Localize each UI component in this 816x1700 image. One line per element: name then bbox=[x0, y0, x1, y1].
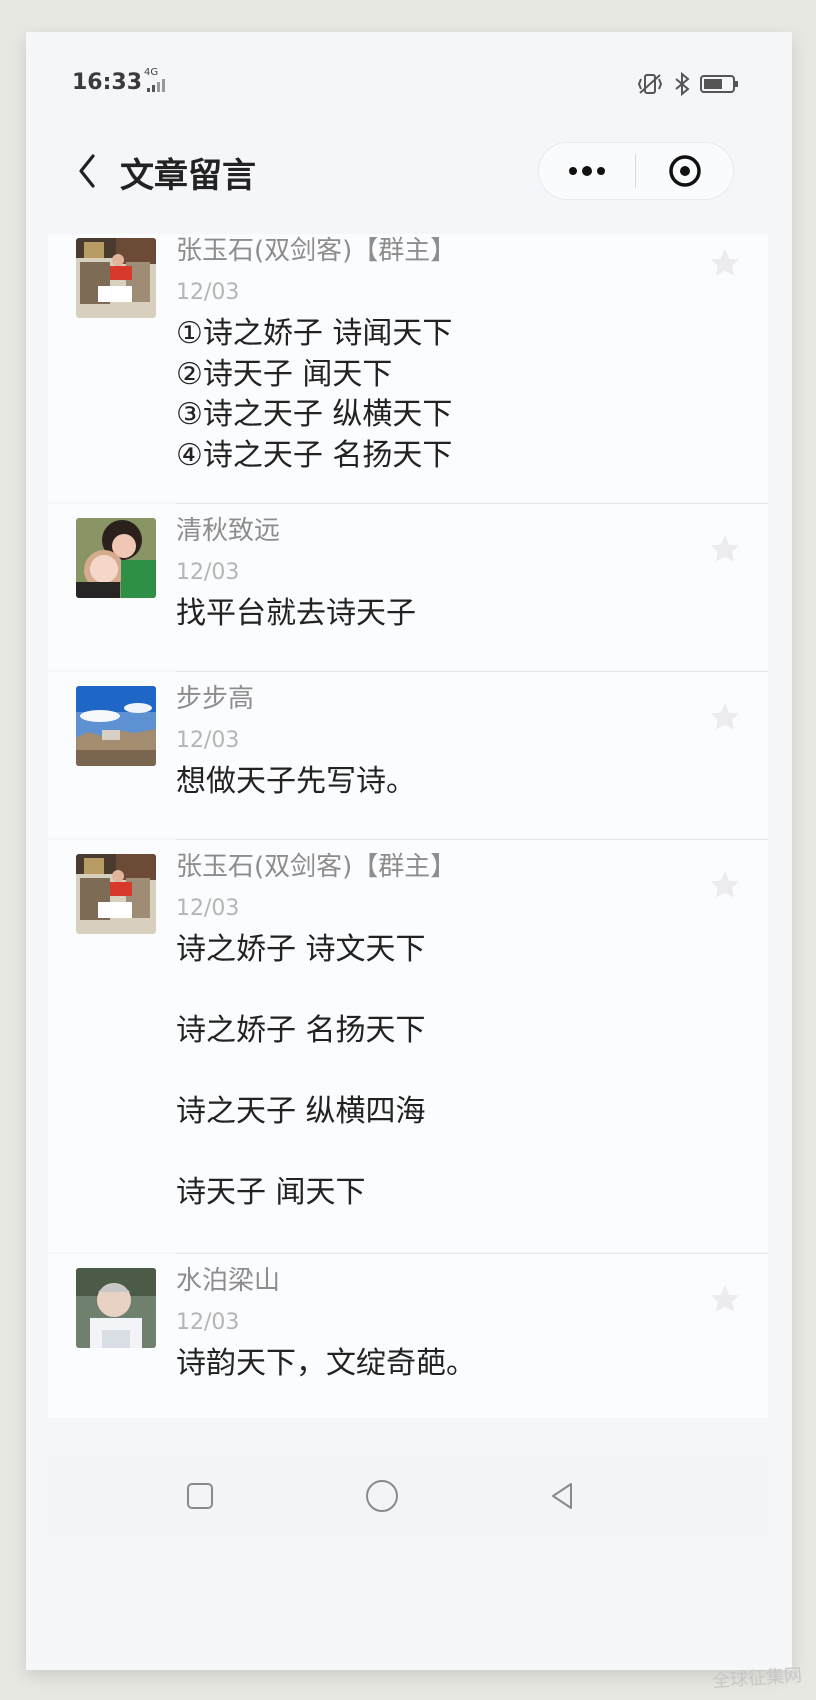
avatar-image bbox=[76, 1268, 156, 1348]
circle-icon bbox=[366, 1480, 398, 1512]
status-bar: 16:33 4G bbox=[48, 52, 768, 122]
site-watermark: 全球征集网 bbox=[711, 1664, 803, 1693]
status-time: 16:33 bbox=[72, 70, 143, 95]
comment-text: 诗之娇子 诗文天下 诗之娇子 名扬天下 诗之天子 纵横四海 诗天子 闻天下 bbox=[176, 932, 426, 1210]
avatar-image bbox=[76, 238, 156, 318]
close-button[interactable] bbox=[636, 142, 734, 200]
mini-program-capsule bbox=[538, 142, 734, 200]
status-icons bbox=[636, 72, 740, 96]
triangle-left-icon bbox=[552, 1483, 572, 1509]
like-star-icon[interactable] bbox=[708, 246, 742, 280]
avatar-image bbox=[76, 518, 156, 598]
like-star-icon[interactable] bbox=[708, 868, 742, 902]
more-button[interactable] bbox=[538, 142, 635, 200]
avatar[interactable] bbox=[76, 238, 156, 318]
page-header: 文章留言 bbox=[48, 122, 768, 226]
comment-author: 张玉石(双剑客)【群主】 bbox=[176, 852, 457, 882]
like-star-icon[interactable] bbox=[708, 700, 742, 734]
chevron-left-icon bbox=[79, 154, 95, 188]
avatar-image bbox=[76, 854, 156, 934]
comment-date: 12/03 bbox=[176, 560, 240, 585]
comment-background bbox=[48, 504, 768, 670]
target-close-icon bbox=[669, 155, 701, 187]
battery-icon bbox=[700, 75, 738, 93]
comment-date: 12/03 bbox=[176, 728, 240, 753]
recent-apps-button[interactable] bbox=[176, 1472, 224, 1520]
avatar-image bbox=[76, 686, 156, 766]
comment-author: 清秋致远 bbox=[176, 516, 281, 546]
comment-list: 张玉石(双剑客)【群主】 12/03 ①诗之娇子 诗闻天下 ②诗天子 闻天下 ③… bbox=[48, 234, 768, 1434]
signal-icon bbox=[147, 79, 165, 92]
comment-item: 张玉石(双剑客)【群主】 12/03 诗之娇子 诗文天下 诗之娇子 名扬天下 诗… bbox=[48, 840, 768, 1252]
avatar[interactable] bbox=[76, 854, 156, 934]
back-button[interactable] bbox=[72, 150, 102, 192]
comment-item: 步步高 12/03 想做天子先写诗。 bbox=[48, 672, 768, 838]
comment-date: 12/03 bbox=[176, 280, 240, 305]
comment-text: 诗韵天下，文绽奇葩。 bbox=[176, 1346, 476, 1381]
android-navigation-bar bbox=[48, 1456, 768, 1536]
avatar[interactable] bbox=[76, 1268, 156, 1348]
comment-date: 12/03 bbox=[176, 896, 240, 921]
bluetooth-icon bbox=[675, 72, 690, 96]
phone-screen: 16:33 4G 文章留言 张玉石(双剑客)【群主】 12/03 ①诗之娇子 诗… bbox=[48, 52, 768, 1600]
square-icon bbox=[187, 1483, 213, 1509]
comment-text: 找平台就去诗天子 bbox=[176, 596, 416, 631]
system-back-button[interactable] bbox=[538, 1472, 586, 1520]
comment-item: 水泊梁山 12/03 诗韵天下，文绽奇葩。 bbox=[48, 1254, 768, 1418]
page-title: 文章留言 bbox=[120, 156, 256, 196]
like-star-icon[interactable] bbox=[708, 1282, 742, 1316]
screenshot-photo: 16:33 4G 文章留言 张玉石(双剑客)【群主】 12/03 ①诗之娇子 诗… bbox=[26, 32, 792, 1670]
avatar[interactable] bbox=[76, 518, 156, 598]
comment-text: ①诗之娇子 诗闻天下 ②诗天子 闻天下 ③诗之天子 纵横天下 ④诗之天子 名扬天… bbox=[176, 316, 453, 473]
comment-date: 12/03 bbox=[176, 1310, 240, 1335]
home-button[interactable] bbox=[358, 1472, 406, 1520]
like-star-icon[interactable] bbox=[708, 532, 742, 566]
comment-text: 想做天子先写诗。 bbox=[176, 764, 416, 799]
comment-item: 清秋致远 12/03 找平台就去诗天子 bbox=[48, 504, 768, 670]
comment-author: 水泊梁山 bbox=[176, 1266, 281, 1296]
comment-item: 张玉石(双剑客)【群主】 12/03 ①诗之娇子 诗闻天下 ②诗天子 闻天下 ③… bbox=[48, 234, 768, 502]
more-dots-icon bbox=[568, 166, 605, 176]
comment-background bbox=[48, 672, 768, 838]
comment-author: 张玉石(双剑客)【群主】 bbox=[176, 236, 457, 266]
vibrate-icon bbox=[637, 74, 663, 94]
comment-background bbox=[48, 1254, 768, 1418]
comment-author: 步步高 bbox=[176, 684, 255, 714]
avatar[interactable] bbox=[76, 686, 156, 766]
